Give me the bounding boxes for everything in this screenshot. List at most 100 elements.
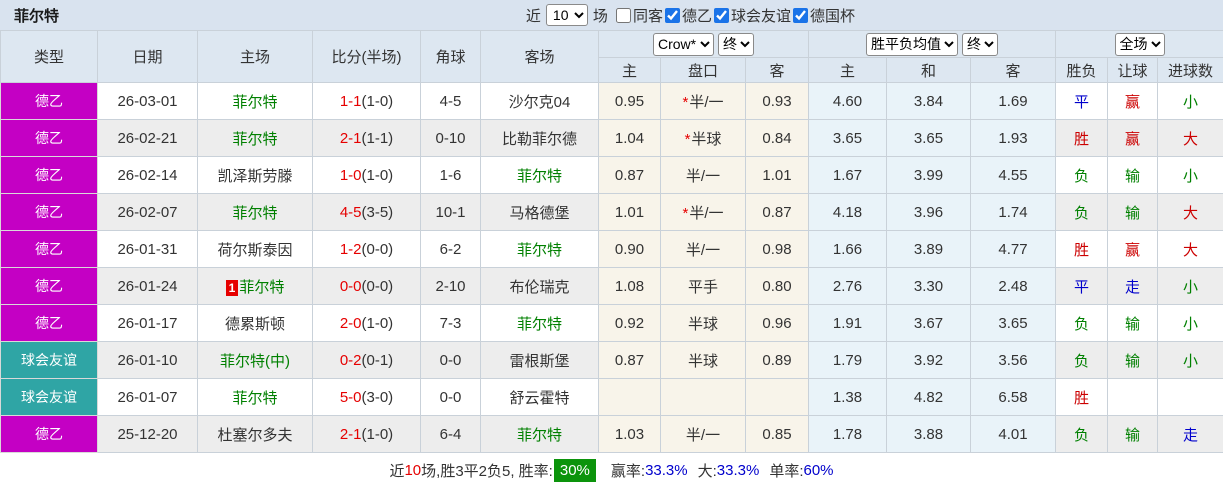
- fulltime-score: 0-2: [339, 351, 362, 369]
- result-cell: 负: [1055, 156, 1109, 194]
- halftime-score: (0-0): [361, 277, 394, 295]
- filter-checkbox[interactable]: [792, 7, 808, 23]
- date-cell: 25-12-20: [97, 415, 198, 453]
- avg-away-cell: 3.56: [970, 341, 1057, 379]
- away-team-cell: 布伦瑞克: [480, 267, 599, 305]
- odds-company-state-select[interactable]: 终: [718, 32, 754, 56]
- halftime-score: (1-1): [361, 129, 394, 147]
- handicap-text: 平手: [687, 278, 718, 296]
- sub-header-avg-away: 客: [970, 57, 1057, 83]
- match-row: 德乙 26-02-21 菲尔特 2-1(1-1) 0-10 比勒菲尔德 1.04 *半球 0.8…: [0, 119, 1223, 157]
- average-odds-state-select[interactable]: 终: [962, 32, 999, 56]
- summary-match-count: 10: [404, 461, 422, 479]
- match-count-select[interactable]: 10: [545, 4, 588, 26]
- col-header-away: 客场: [480, 30, 599, 83]
- date-cell: 26-02-21: [97, 119, 198, 157]
- filter-checkbox-group: 同客 德乙 球会友谊 德国杯: [615, 5, 857, 26]
- sub-header-handicap-result: 让球: [1107, 57, 1159, 83]
- home-team-name: 菲尔特: [239, 278, 285, 296]
- odds-away-cell: 0.93: [744, 82, 810, 120]
- avg-draw-cell: 3.99: [886, 156, 972, 194]
- average-odds-select[interactable]: 胜平负均值: [866, 32, 959, 56]
- away-team-name: 菲尔特: [516, 241, 562, 259]
- corners-cell: 2-10: [420, 267, 481, 305]
- odds-home-cell: 0.87: [598, 156, 661, 194]
- home-team-name: 德累斯顿: [224, 315, 285, 333]
- handicap-result-cell: 输: [1107, 304, 1159, 342]
- changed-odds-star: *: [684, 130, 691, 148]
- avg-away-cell: 3.65: [970, 304, 1057, 342]
- result-cell: 平: [1055, 82, 1109, 120]
- sub-header-odds-home: 主: [598, 57, 661, 83]
- win-rate-badge: 30%: [553, 458, 596, 482]
- avg-draw-cell: 3.84: [886, 82, 972, 120]
- corners-cell: 4-5: [420, 82, 481, 120]
- filter-checkbox[interactable]: [615, 7, 631, 23]
- odds-home-cell: 0.90: [598, 230, 661, 268]
- odds-away-cell: 0.87: [744, 193, 810, 231]
- goals-result-cell: 小: [1157, 304, 1223, 342]
- date-cell: 26-02-14: [97, 156, 198, 194]
- goals-result-cell: 小: [1157, 341, 1223, 379]
- filter-item-1[interactable]: 德乙: [664, 5, 712, 26]
- odds-home-cell: 1.01: [598, 193, 661, 231]
- handicap-result-cell: 输: [1107, 341, 1159, 379]
- corners-cell: 0-0: [420, 378, 481, 416]
- date-cell: 26-01-24: [97, 267, 198, 305]
- filter-item-3[interactable]: 德国杯: [792, 5, 855, 26]
- odds-away-cell: [744, 378, 810, 416]
- away-team-cell: 菲尔特: [480, 415, 599, 453]
- handicap-cell: *半/一: [660, 82, 746, 120]
- halftime-score: (1-0): [361, 92, 394, 110]
- handicap-text: 半/一: [685, 241, 721, 259]
- odds-home-cell: 1.03: [598, 415, 661, 453]
- date-cell: 26-03-01: [97, 82, 198, 120]
- away-team-cell: 舒云霍特: [480, 378, 599, 416]
- result-cell: 胜: [1055, 119, 1109, 157]
- league-type-cell: 德乙: [0, 415, 98, 453]
- match-row: 德乙 26-01-31 荷尔斯泰因 1-2(0-0) 6-2 菲尔特 0.90 半/一 0.98…: [0, 230, 1223, 268]
- home-team-cell: 凯泽斯劳滕: [197, 156, 313, 194]
- odds-away-cell: 0.96: [744, 304, 810, 342]
- goals-result-cell: 走: [1157, 415, 1223, 453]
- score-cell: 2-1(1-1): [312, 119, 421, 157]
- filter-checkbox[interactable]: [713, 7, 729, 23]
- avg-home-cell: 4.60: [808, 82, 888, 120]
- corners-cell: 0-10: [420, 119, 481, 157]
- score-cell: 2-1(1-0): [312, 415, 421, 453]
- average-odds-header: 胜平负均值 终: [808, 30, 1057, 58]
- away-team-name: 菲尔特: [516, 315, 562, 333]
- date-cell: 26-01-31: [97, 230, 198, 268]
- home-team-name: 凯泽斯劳滕: [217, 167, 293, 185]
- result-scope-header: 全场: [1055, 30, 1223, 58]
- league-type-cell: 德乙: [0, 230, 98, 268]
- filter-checkbox[interactable]: [664, 7, 680, 23]
- avg-home-cell: 1.67: [808, 156, 888, 194]
- avg-away-cell: 1.74: [970, 193, 1057, 231]
- topbar: 菲尔特 近 10 场 同客 德乙 球会友谊 德国杯: [0, 0, 1223, 30]
- sub-header-odds-away: 客: [744, 57, 810, 83]
- home-team-cell: 荷尔斯泰因: [197, 230, 313, 268]
- col-header-score: 比分(半场): [312, 30, 421, 83]
- filter-item-2[interactable]: 球会友谊: [713, 5, 791, 26]
- odds-company-select[interactable]: Crow*: [653, 32, 714, 56]
- avg-draw-cell: 3.96: [886, 193, 972, 231]
- odds-away-cell: 0.80: [744, 267, 810, 305]
- away-team-name: 菲尔特: [516, 167, 562, 185]
- filter-item-0[interactable]: 同客: [615, 5, 663, 26]
- avg-away-cell: 6.58: [970, 378, 1057, 416]
- away-team-cell: 菲尔特: [480, 230, 599, 268]
- filter-label: 同客: [632, 7, 663, 25]
- score-cell: 0-0(0-0): [312, 267, 421, 305]
- avg-away-cell: 4.01: [970, 415, 1057, 453]
- handicap-cell: *半/一: [660, 193, 746, 231]
- col-header-corners: 角球: [420, 30, 481, 83]
- col-header-date: 日期: [97, 30, 198, 83]
- avg-draw-cell: 3.65: [886, 119, 972, 157]
- home-team-cell: 德累斯顿: [197, 304, 313, 342]
- home-team-cell: 菲尔特(中): [197, 341, 313, 379]
- date-cell: 26-02-07: [97, 193, 198, 231]
- home-team-cell: 1 菲尔特: [197, 267, 313, 305]
- sub-header-goals: 进球数: [1157, 57, 1223, 83]
- result-scope-select[interactable]: 全场: [1114, 32, 1165, 56]
